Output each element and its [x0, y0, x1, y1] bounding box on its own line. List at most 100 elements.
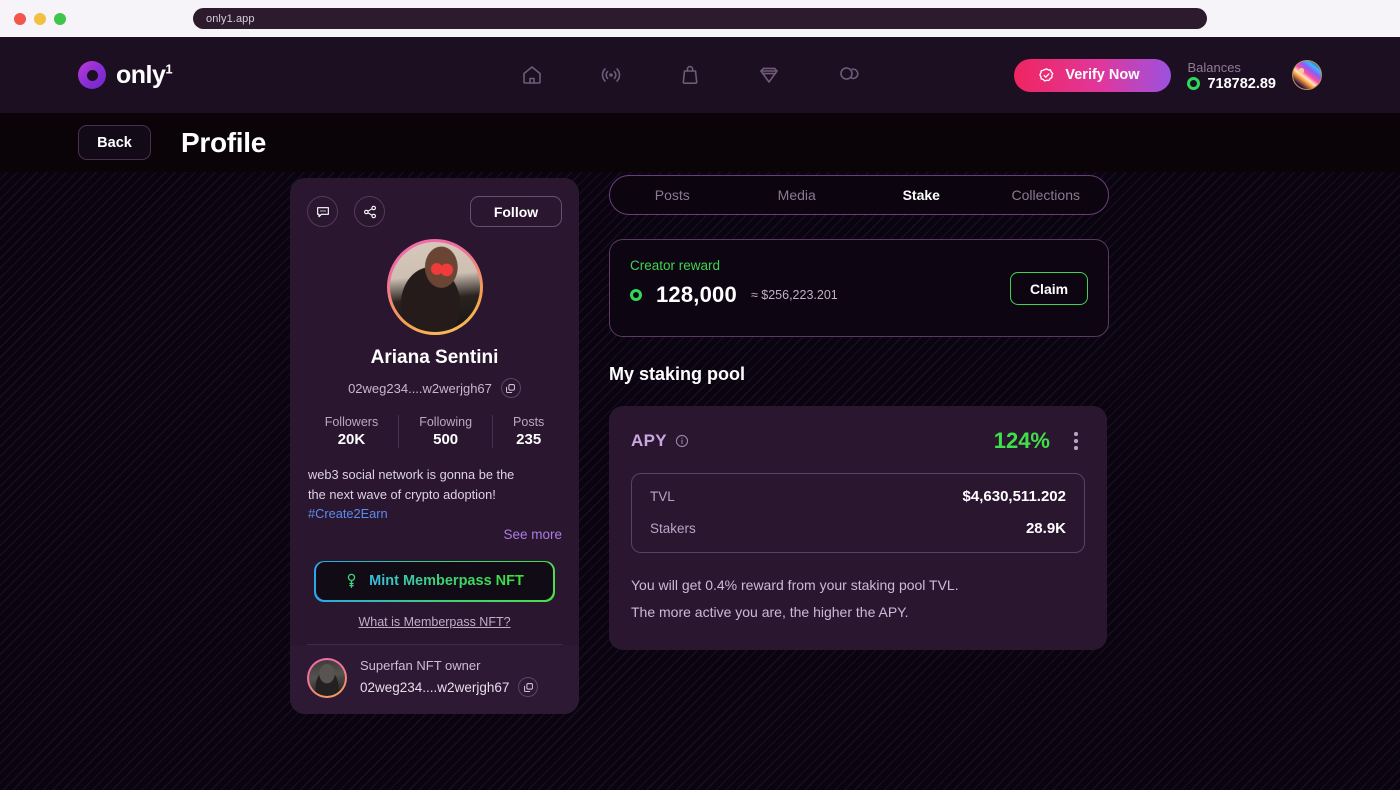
pool-stat-label: Stakers — [650, 521, 696, 536]
profile-card-body: Follow Ariana Sentini 02weg234....w2werj… — [290, 178, 579, 645]
superfan-avatar-ring[interactable] — [307, 657, 347, 698]
browser-chrome: only1.app — [0, 0, 1400, 37]
bio-hashtag[interactable]: #Create2Earn — [308, 504, 561, 524]
page-title: Profile — [181, 126, 267, 158]
balances-label: Balances — [1187, 59, 1241, 75]
creator-reward-usd: ≈ $256,223.201 — [750, 288, 838, 302]
only1-token-icon — [1187, 77, 1201, 90]
see-more-link[interactable]: See more — [307, 527, 562, 542]
only1-logo[interactable]: only1 — [78, 60, 173, 90]
main-nav[interactable] — [520, 37, 860, 113]
profile-bio: web3 social network is gonna be the the … — [307, 465, 562, 524]
profile-tabs[interactable]: Posts Media Stake Collections — [609, 175, 1109, 215]
profile-stats: Followers 20K Following 500 Posts 235 — [307, 415, 562, 448]
message-icon — [315, 204, 331, 220]
balances-value: 718782.89 — [1207, 75, 1276, 92]
pool-stat-tvl: TVL $4,630,511.202 — [650, 488, 1066, 505]
chat-icon[interactable] — [836, 63, 860, 87]
pool-stat-value: $4,630,511.202 — [962, 488, 1066, 505]
pool-stat-value: 28.9K — [1025, 520, 1066, 537]
tab-media[interactable]: Media — [735, 187, 860, 203]
staking-pool-title: My staking pool — [609, 364, 746, 384]
creator-reward-label: Creator reward — [630, 258, 721, 273]
header-right: Verify Now Balances 718782.89 — [1014, 37, 1322, 113]
only1-token-icon — [630, 289, 642, 301]
app-header: only1 Verify Now Balances 718782.89 — [0, 37, 1400, 113]
pool-note-line-2: The more active you are, the higher the … — [631, 604, 909, 620]
shop-bag-icon[interactable] — [678, 63, 702, 87]
staking-pool-header: APY 124% — [631, 428, 1085, 454]
key-icon — [345, 573, 358, 590]
verified-badge-icon — [1038, 67, 1055, 84]
what-is-memberpass-link[interactable]: What is Memberpass NFT? — [307, 615, 562, 629]
window-controls[interactable] — [0, 12, 66, 25]
info-icon[interactable] — [675, 434, 689, 448]
tab-posts[interactable]: Posts — [610, 187, 735, 203]
superfan-wallet-address: 02weg234....w2werjgh67 — [360, 679, 510, 695]
profile-wallet-address: 02weg234....w2werjgh67 — [348, 380, 492, 396]
tab-collections[interactable]: Collections — [984, 187, 1109, 203]
profile-display-name: Ariana Sentini — [370, 347, 499, 368]
more-options-icon[interactable] — [1067, 430, 1085, 452]
stat-following: Following 500 — [398, 415, 492, 448]
maximize-window-button[interactable] — [54, 12, 66, 25]
mint-button-label: Mint Memberpass NFT — [369, 573, 524, 589]
claim-button[interactable]: Claim — [1010, 272, 1088, 305]
copy-superfan-wallet-button[interactable] — [518, 677, 539, 697]
share-button[interactable] — [354, 196, 385, 227]
pool-stat-stakers: Stakers 28.9K — [650, 520, 1066, 537]
stat-label: Following — [419, 415, 473, 429]
stat-label: Followers — [324, 415, 379, 429]
staking-pool-note: You will get 0.4% reward from your staki… — [631, 572, 1085, 626]
follow-button[interactable]: Follow — [470, 196, 562, 227]
user-avatar[interactable] — [1292, 60, 1322, 90]
only1-logo-icon — [78, 61, 106, 89]
superfan-title: Superfan NFT owner — [360, 658, 481, 673]
superfan-owner-row: Superfan NFT owner 02weg234....w2werjgh6… — [290, 644, 579, 714]
profile-avatar-ring[interactable] — [386, 239, 483, 335]
tab-stake[interactable]: Stake — [859, 187, 984, 203]
gem-icon[interactable] — [757, 63, 781, 87]
balances-widget[interactable]: Balances 718782.89 — [1187, 59, 1276, 92]
verify-now-label: Verify Now — [1065, 67, 1140, 83]
sub-header: Back Profile — [0, 113, 1400, 172]
minimize-window-button[interactable] — [34, 12, 46, 25]
verify-now-button[interactable]: Verify Now — [1014, 58, 1172, 92]
copy-icon — [523, 682, 534, 693]
stat-posts: Posts 235 — [492, 415, 564, 448]
bio-line-2: the next wave of crypto adoption! — [308, 486, 496, 502]
stat-value: 20K — [337, 431, 366, 448]
back-button[interactable]: Back — [78, 125, 151, 160]
pool-note-line-1: You will get 0.4% reward from your staki… — [631, 577, 959, 593]
home-icon[interactable] — [520, 63, 544, 87]
profile-wallet-row: 02weg234....w2werjgh67 — [307, 378, 562, 398]
url-text: only1.app — [206, 12, 255, 25]
bio-line-1: web3 social network is gonna be the — [308, 467, 515, 482]
close-window-button[interactable] — [14, 12, 26, 25]
profile-actions: Follow — [307, 196, 562, 227]
mint-button-inner: Mint Memberpass NFT — [315, 562, 554, 600]
staking-pool-card: APY 124% TVL $4,630,511.202 Stakers 28.9… — [609, 406, 1107, 650]
pool-stat-label: TVL — [650, 489, 675, 504]
logo-wordmark: only1 — [116, 60, 173, 89]
stat-followers: Followers 20K — [305, 415, 399, 448]
profile-avatar-image — [389, 242, 480, 332]
app-page: only1 Verify Now Balances 718782.89 Back… — [0, 37, 1400, 790]
share-icon — [362, 204, 378, 220]
live-icon[interactable] — [599, 63, 623, 87]
stat-value: 500 — [433, 431, 459, 448]
stake-column: Posts Media Stake Collections Creator re… — [609, 175, 1109, 650]
apy-label: APY — [631, 431, 667, 450]
copy-icon — [505, 383, 516, 394]
message-button[interactable] — [307, 196, 338, 227]
stat-value: 235 — [516, 431, 542, 448]
address-bar[interactable]: only1.app — [193, 8, 1207, 29]
copy-wallet-button[interactable] — [500, 378, 521, 398]
superfan-text: Superfan NFT owner 02weg234....w2werjgh6… — [360, 658, 539, 697]
creator-reward-card: Creator reward 128,000 ≈ $256,223.201 Cl… — [609, 239, 1109, 337]
stat-label: Posts — [513, 415, 545, 429]
profile-card: Follow Ariana Sentini 02weg234....w2werj… — [290, 178, 579, 714]
superfan-avatar-image — [309, 659, 345, 696]
mint-memberpass-button[interactable]: Mint Memberpass NFT — [314, 560, 555, 602]
creator-reward-amount: 128,000 — [656, 282, 737, 307]
